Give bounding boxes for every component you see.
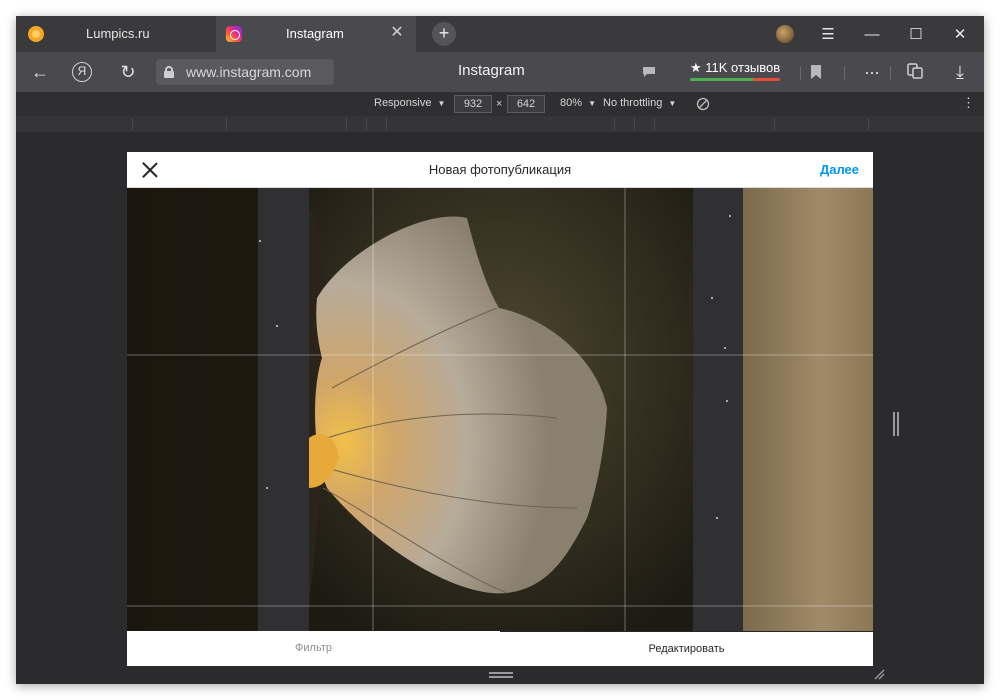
ruler-tick — [654, 118, 655, 130]
photo-crop-area[interactable] — [127, 188, 873, 631]
page-title: Instagram — [458, 62, 525, 79]
comment-icon[interactable] — [642, 66, 656, 78]
chevron-down-icon: ▼ — [437, 99, 446, 108]
yandex-icon[interactable]: Я — [72, 62, 92, 82]
reload-icon[interactable]: ↻ — [116, 60, 140, 84]
ruler-tick — [132, 118, 133, 130]
resize-handle-right[interactable] — [893, 412, 899, 436]
media-query-ruler[interactable] — [16, 116, 984, 132]
address-bar: ← Я ↻ www.instagram.com Instagram ★ 11K … — [16, 52, 984, 92]
rotate-icon[interactable] — [696, 97, 710, 111]
close-tab-icon[interactable]: ✕ — [388, 24, 406, 42]
resize-corner-icon[interactable] — [873, 668, 885, 680]
zoom-label: 80% — [560, 97, 583, 109]
close-window-button[interactable]: ✕ — [938, 16, 982, 52]
ruler-tick — [346, 118, 347, 130]
browser-window: Lumpics.ru Instagram ✕ + ☰ — ☐ ✕ ← Я ↻ w… — [16, 16, 984, 684]
modal-header: Новая фотопубликация Далее — [127, 152, 873, 188]
flower-photo — [127, 188, 873, 631]
ruler-tick — [774, 118, 775, 130]
ruler-tick — [868, 118, 869, 130]
profile-avatar[interactable] — [776, 25, 794, 43]
resize-handle-bottom[interactable] — [489, 672, 513, 678]
ruler-tick — [386, 118, 387, 130]
separator — [844, 66, 845, 80]
ruler-tick — [614, 118, 615, 130]
new-tab-button[interactable]: + — [432, 22, 456, 46]
tab-label: Lumpics.ru — [86, 26, 150, 41]
tab-label: Instagram — [286, 26, 344, 41]
ruler-tick — [366, 118, 367, 130]
instagram-icon — [226, 26, 242, 42]
reviews-badge[interactable]: ★ 11K отзывов — [688, 56, 782, 86]
tab-bar: Lumpics.ru Instagram ✕ + ☰ — ☐ ✕ — [16, 16, 984, 52]
separator — [890, 66, 891, 80]
device-select[interactable]: Responsive ▼ — [374, 97, 445, 109]
rating-bar — [690, 78, 780, 81]
next-button[interactable]: Далее — [820, 162, 859, 177]
height-input[interactable]: 642 — [507, 95, 545, 113]
url-field[interactable]: www.instagram.com — [156, 59, 334, 85]
devtools-toolbar: Responsive ▼ 932 × 642 80% ▼ No throttli… — [16, 92, 984, 116]
device-label: Responsive — [374, 97, 432, 109]
lock-icon — [164, 66, 174, 78]
back-icon[interactable]: ← — [28, 60, 52, 84]
bookmark-icon[interactable] — [811, 65, 821, 79]
zoom-select[interactable]: 80% ▼ — [560, 97, 596, 109]
tab-filter[interactable]: Фильтр — [127, 631, 500, 666]
throttling-select[interactable]: No throttling ▼ — [603, 97, 676, 109]
orange-circle-icon — [28, 26, 44, 42]
extensions-icon[interactable] — [906, 62, 924, 80]
modal-title: Новая фотопубликация — [428, 162, 572, 177]
new-post-modal: Новая фотопубликация Далее Фильтр Редакт… — [127, 152, 873, 666]
tab-lumpics[interactable]: Lumpics.ru — [16, 16, 216, 52]
reviews-label: ★ 11K отзывов — [690, 60, 781, 75]
ruler-tick — [634, 118, 635, 130]
tab-edit[interactable]: Редактировать — [500, 631, 873, 666]
device-viewport: Новая фотопубликация Далее Фильтр Редакт… — [111, 132, 899, 684]
more-options-icon[interactable]: ⋮ — [962, 95, 975, 111]
chevron-down-icon: ▼ — [668, 99, 677, 108]
times-sign: × — [496, 98, 503, 110]
throttling-label: No throttling — [603, 97, 663, 109]
more-icon[interactable]: ... — [860, 56, 884, 80]
url-text: www.instagram.com — [186, 64, 312, 80]
minimize-button[interactable]: — — [850, 16, 894, 52]
chevron-down-icon: ▼ — [588, 99, 597, 108]
width-input[interactable]: 932 — [454, 95, 492, 113]
menu-icon[interactable]: ☰ — [806, 16, 850, 52]
tab-instagram[interactable]: Instagram ✕ — [216, 16, 416, 52]
maximize-button[interactable]: ☐ — [894, 16, 938, 52]
ruler-tick — [226, 118, 227, 130]
download-icon[interactable]: ⤓ — [948, 60, 972, 84]
separator — [800, 66, 801, 80]
modal-footer: Фильтр Редактировать — [127, 631, 873, 666]
